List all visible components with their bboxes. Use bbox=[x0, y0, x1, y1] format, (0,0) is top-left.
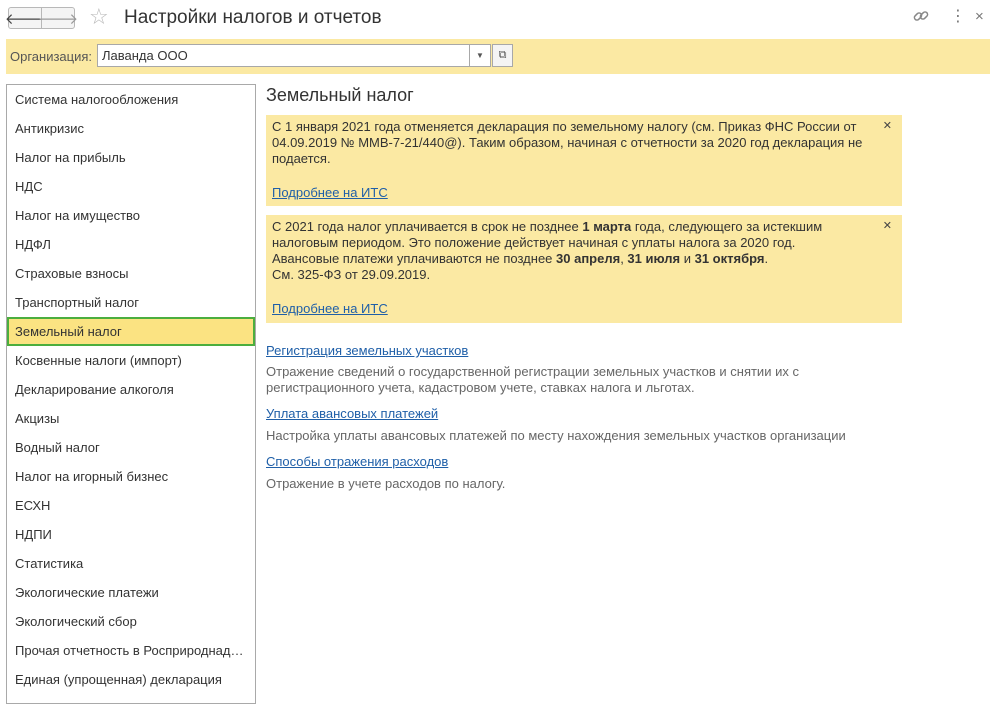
sidebar-item-indirect-taxes[interactable]: Косвенные налоги (импорт) bbox=[7, 346, 255, 375]
sections-list: Система налогообложения Антикризис Налог… bbox=[6, 84, 256, 704]
title-bar: 🡐 🡒 ☆ Настройки налогов и отчетов ⋮ × bbox=[0, 0, 996, 38]
description-line: Отражение сведений о государственной рег… bbox=[266, 364, 799, 379]
sidebar-item-eshn[interactable]: ЕСХН bbox=[7, 491, 255, 520]
sidebar-item-land-tax[interactable]: Земельный налог bbox=[7, 317, 255, 346]
back-button[interactable]: 🡐 bbox=[5, 7, 45, 29]
sidebar-item-anticrisis[interactable]: Антикризис bbox=[7, 114, 255, 143]
description-line: регистрационного учета, кадастровом учет… bbox=[266, 380, 695, 395]
sidebar-item-alcohol[interactable]: Декларирование алкоголя bbox=[7, 375, 255, 404]
advance-payments-description: Настройка уплаты авансовых платежей по м… bbox=[266, 428, 846, 443]
sidebar-item-ndpi[interactable]: НДПИ bbox=[7, 520, 255, 549]
organization-label: Организация: bbox=[10, 49, 93, 64]
page-title: Настройки налогов и отчетов bbox=[124, 7, 382, 28]
sidebar-item-tax-system[interactable]: Система налогообложения bbox=[7, 85, 255, 114]
sidebar-item-eco-fee[interactable]: Экологический сбор bbox=[7, 607, 255, 636]
notice-declaration-cancelled: С 1 января 2021 года отменяется декларац… bbox=[266, 115, 902, 206]
sidebar-item-eco-payments[interactable]: Экологические платежи bbox=[7, 578, 255, 607]
close-notice-icon[interactable]: ✕ bbox=[883, 220, 892, 232]
close-icon[interactable]: × bbox=[975, 7, 984, 27]
sidebar-item-property-tax[interactable]: Налог на имущество bbox=[7, 201, 255, 230]
star-icon[interactable]: ☆ bbox=[89, 4, 109, 30]
its-details-link[interactable]: Подробнее на ИТС bbox=[272, 301, 388, 317]
notice-text-line: Авансовые платежи уплачиваются не поздне… bbox=[272, 251, 769, 266]
notice-payment-deadlines: С 2021 года налог уплачивается в срок не… bbox=[266, 215, 902, 323]
notice-text-line: подается. bbox=[272, 151, 331, 166]
expense-methods-link[interactable]: Способы отражения расходов bbox=[266, 454, 448, 470]
forward-button[interactable]: 🡒 bbox=[37, 7, 79, 29]
open-window-icon: ⧉ bbox=[498, 49, 507, 61]
notice-text-line: С 2021 года налог уплачивается в срок не… bbox=[272, 219, 823, 234]
section-title: Земельный налог bbox=[266, 85, 414, 105]
sidebar-item-rosprirodnadzor[interactable]: Прочая отчетность в Росприроднад… bbox=[7, 636, 255, 665]
more-vertical-icon[interactable]: ⋮ bbox=[950, 7, 966, 27]
sidebar-item-transport-tax[interactable]: Транспортный налог bbox=[7, 288, 255, 317]
sidebar-item-profit-tax[interactable]: Налог на прибыль bbox=[7, 143, 255, 172]
sidebar-item-ndfl[interactable]: НДФЛ bbox=[7, 230, 255, 259]
organization-open-button[interactable]: ⧉ bbox=[492, 44, 513, 67]
sidebar-item-vat[interactable]: НДС bbox=[7, 172, 255, 201]
sidebar-item-insurance[interactable]: Страховые взносы bbox=[7, 259, 255, 288]
link-icon[interactable] bbox=[912, 7, 930, 31]
notice-text-line: 04.09.2019 № ММВ-7-21/440@). Таким образ… bbox=[272, 135, 863, 150]
sidebar-item-gambling[interactable]: Налог на игорный бизнес bbox=[7, 462, 255, 491]
notice-text-line: С 1 января 2021 года отменяется декларац… bbox=[272, 119, 857, 134]
notice-text-line: налоговым периодом. Это положение действ… bbox=[272, 235, 796, 250]
sidebar-item-unified-declaration[interactable]: Единая (упрощенная) декларация bbox=[7, 665, 255, 694]
sidebar-item-excise[interactable]: Акцизы bbox=[7, 404, 255, 433]
organization-field[interactable]: Лаванда ООО bbox=[97, 44, 470, 67]
arrow-right-icon: 🡒 bbox=[37, 10, 79, 28]
land-registration-link[interactable]: Регистрация земельных участков bbox=[266, 343, 468, 359]
expense-methods-description: Отражение в учете расходов по налогу. bbox=[266, 476, 506, 491]
organization-dropdown-button[interactable]: ▼ bbox=[470, 44, 491, 67]
sidebar-item-water-tax[interactable]: Водный налог bbox=[7, 433, 255, 462]
its-details-link[interactable]: Подробнее на ИТС bbox=[272, 185, 388, 201]
organization-bar: Организация: Лаванда ООО ▼ ⧉ bbox=[6, 39, 990, 74]
chevron-down-icon: ▼ bbox=[476, 51, 484, 60]
land-registration-description: Отражение сведений о государственной рег… bbox=[266, 364, 866, 396]
advance-payments-link[interactable]: Уплата авансовых платежей bbox=[266, 406, 438, 422]
notice-text-line: См. 325-ФЗ от 29.09.2019. bbox=[272, 267, 431, 282]
sidebar-item-statistics[interactable]: Статистика bbox=[7, 549, 255, 578]
close-notice-icon[interactable]: ✕ bbox=[883, 120, 892, 132]
